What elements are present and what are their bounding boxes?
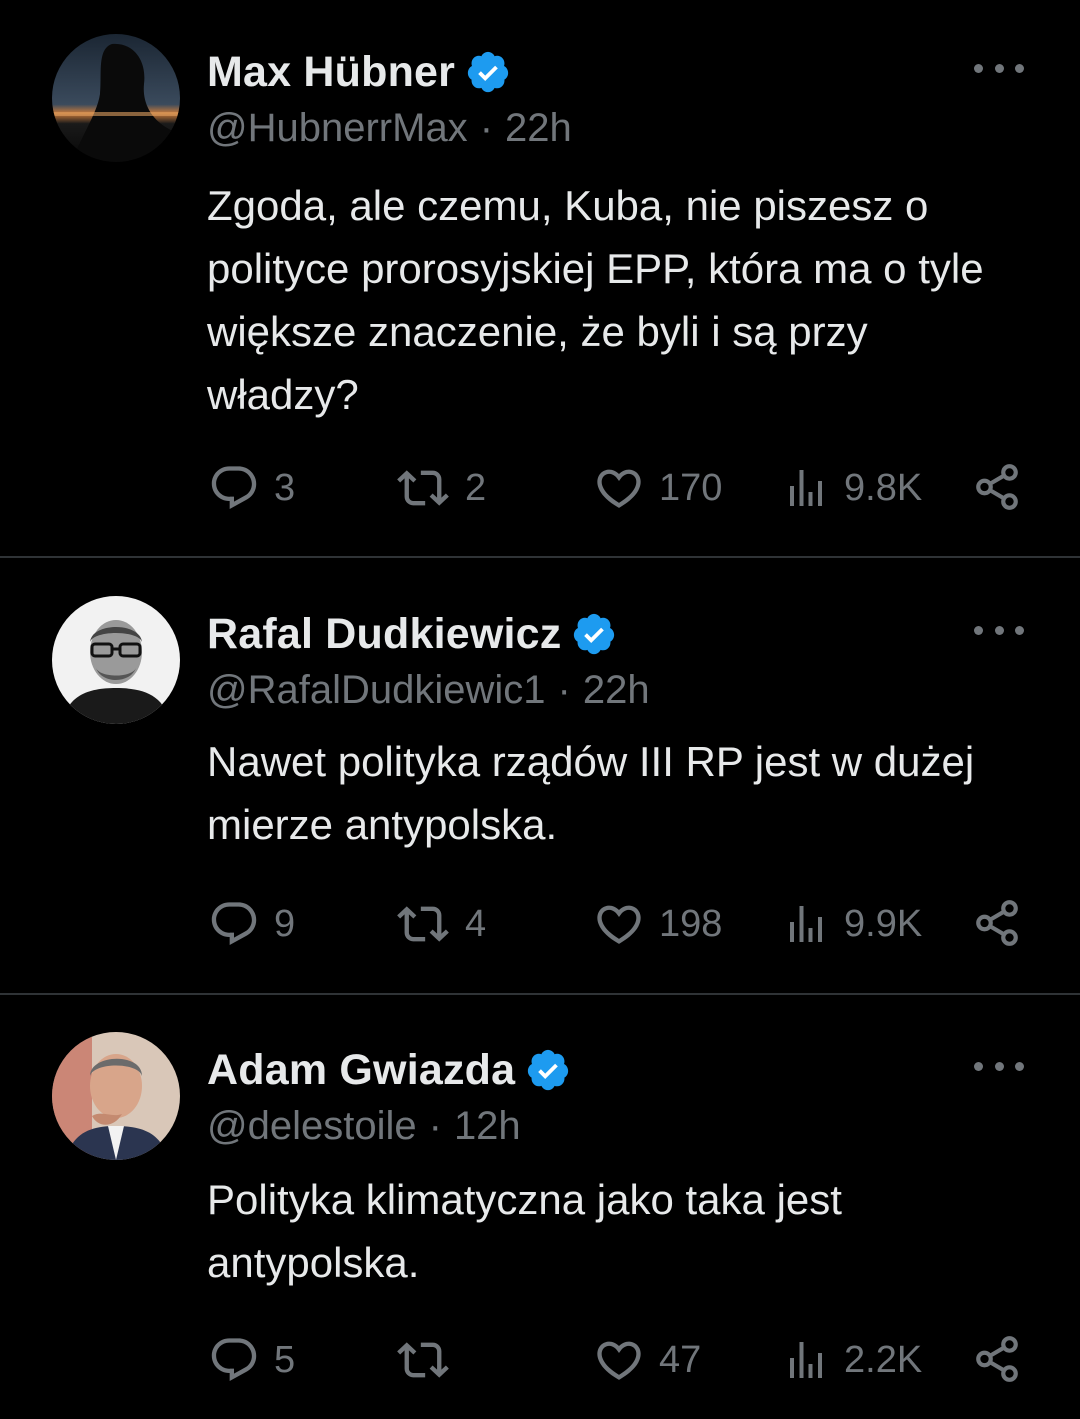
avatar[interactable] — [52, 34, 180, 162]
divider — [0, 556, 1080, 558]
repost-button[interactable]: 2 — [395, 462, 486, 514]
reply-count: 3 — [274, 466, 296, 509]
display-name[interactable]: Adam Gwiazda — [207, 1046, 515, 1095]
views-icon — [790, 470, 822, 506]
timestamp[interactable]: 12h — [454, 1104, 521, 1149]
views-button[interactable]: 9.9K — [782, 898, 922, 950]
views-icon — [790, 906, 822, 942]
views-button[interactable]: 9.8K — [782, 462, 922, 514]
share-icon — [976, 464, 1018, 510]
like-button[interactable]: 47 — [593, 1334, 701, 1386]
reply-count: 9 — [274, 902, 296, 945]
repost-count: 4 — [465, 902, 487, 945]
more-icon[interactable] — [974, 56, 1024, 80]
handle[interactable]: @HubnerrMax — [207, 106, 468, 151]
handle[interactable]: @RafalDudkiewic1 — [207, 668, 546, 713]
repost-button[interactable] — [395, 1334, 465, 1386]
like-icon — [597, 1341, 641, 1380]
divider — [0, 993, 1080, 995]
share-button[interactable] — [972, 1334, 1022, 1384]
verified-badge-icon — [574, 613, 615, 655]
like-count: 47 — [659, 1338, 702, 1381]
share-button[interactable] — [972, 462, 1022, 512]
display-name[interactable]: Max Hübner — [207, 48, 455, 97]
like-button[interactable]: 198 — [593, 898, 722, 950]
reply-button[interactable]: 9 — [208, 898, 295, 950]
repost-icon — [397, 470, 449, 506]
like-icon — [597, 469, 641, 508]
like-icon — [597, 905, 641, 944]
like-count: 198 — [659, 902, 723, 945]
share-icon — [976, 1336, 1018, 1382]
repost-button[interactable]: 4 — [395, 898, 486, 950]
timestamp[interactable]: 22h — [505, 106, 572, 151]
repost-count: 2 — [465, 466, 487, 509]
reply-button[interactable]: 5 — [208, 1334, 295, 1386]
share-icon — [976, 900, 1018, 946]
avatar[interactable] — [52, 1032, 180, 1160]
reply-button[interactable]: 3 — [208, 462, 295, 514]
tweet[interactable]: Rafal Dudkiewicz @RafalDudkiewic1 · 22h … — [0, 596, 1080, 992]
share-button[interactable] — [972, 898, 1022, 948]
reply-count: 5 — [274, 1338, 296, 1381]
views-button[interactable]: 2.2K — [782, 1334, 922, 1386]
verified-badge-icon — [528, 1049, 569, 1091]
repost-icon — [397, 1342, 449, 1378]
display-name[interactable]: Rafal Dudkiewicz — [207, 610, 561, 659]
timestamp[interactable]: 22h — [583, 668, 650, 713]
views-count: 9.8K — [844, 466, 923, 509]
avatar[interactable] — [52, 596, 180, 724]
meta-separator: · — [428, 1104, 442, 1148]
tweet-text: Nawet polityka rządów III RP jest w duże… — [207, 738, 986, 848]
more-icon[interactable] — [974, 618, 1024, 642]
views-count: 2.2K — [844, 1338, 923, 1381]
tweet[interactable]: Adam Gwiazda @delestoile · 12h Polityka … — [0, 1032, 1080, 1419]
verified-badge-icon — [467, 51, 509, 93]
repost-icon — [397, 906, 449, 942]
more-icon[interactable] — [974, 1054, 1024, 1078]
reply-icon — [211, 902, 257, 946]
meta-separator: · — [479, 106, 494, 150]
reply-icon — [211, 1338, 257, 1382]
like-button[interactable]: 170 — [593, 462, 722, 514]
views-count: 9.9K — [844, 902, 923, 945]
handle[interactable]: @delestoile — [207, 1104, 417, 1149]
reply-icon — [211, 466, 257, 510]
like-count: 170 — [659, 466, 723, 509]
tweet-text: Zgoda, ale czemu, Kuba, nie piszesz o po… — [207, 182, 996, 418]
views-icon — [790, 1342, 822, 1378]
meta-separator: · — [557, 668, 571, 712]
tweet[interactable]: Max Hübner @HubnerrMax · 22h Zgoda, ale … — [0, 34, 1080, 554]
tweet-text: Polityka klimatyczna jako taka jest anty… — [207, 1176, 854, 1286]
